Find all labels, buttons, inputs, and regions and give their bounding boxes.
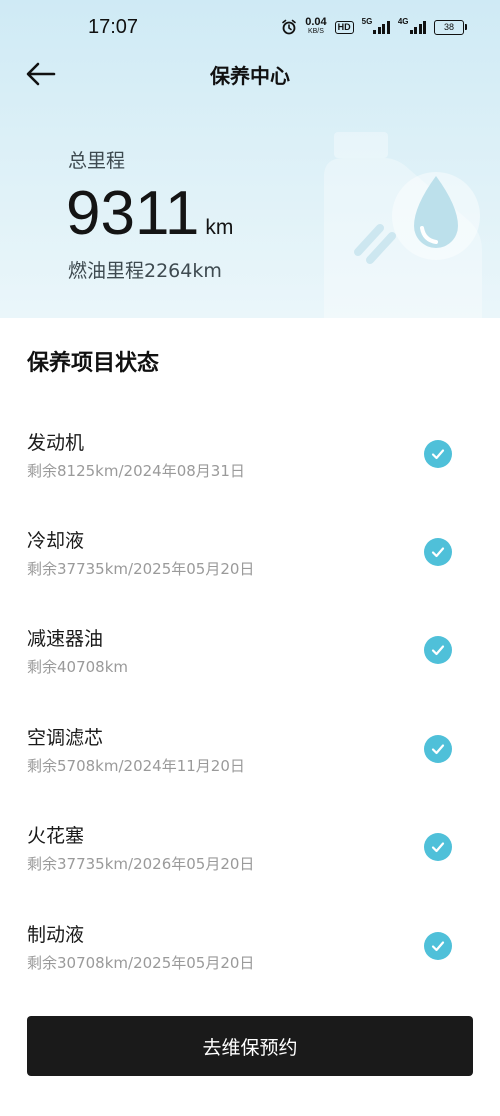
item-detail: 剩余30708km/2025年05月20日 (27, 954, 255, 972)
maintenance-item-reducer-oil[interactable]: 减速器油 剩余40708km (0, 624, 500, 694)
item-name: 减速器油 (27, 628, 104, 650)
section-title: 保养项目状态 (27, 351, 160, 376)
item-name: 冷却液 (27, 530, 85, 552)
book-maintenance-button[interactable]: 去维保预约 (27, 1016, 473, 1076)
maintenance-item-ac-filter[interactable]: 空调滤芯 剩余5708km/2024年11月20日 (0, 723, 500, 793)
status-icons: 0.04 KB/S HD 5G 4G 38 (281, 16, 467, 36)
maintenance-item-coolant[interactable]: 冷却液 剩余37735km/2025年05月20日 (0, 526, 500, 596)
item-detail: 剩余37735km/2025年05月20日 (27, 560, 255, 578)
hero-header: 17:07 0.04 KB/S HD 5G 4G 38 保养中心 总里程 931… (0, 0, 500, 318)
hd-icon: HD (334, 20, 354, 34)
fuel-mileage: 燃油里程2264km (68, 260, 222, 282)
check-icon (424, 440, 452, 468)
item-detail: 剩余5708km/2024年11月20日 (27, 757, 245, 775)
check-icon (424, 735, 452, 763)
page-title: 保养中心 (210, 64, 290, 88)
total-mileage-unit: km (205, 216, 234, 239)
total-mileage-value: 9311 (66, 179, 200, 248)
signal-4g-icon: 4G (398, 17, 426, 34)
check-icon (424, 833, 452, 861)
check-icon (424, 932, 452, 960)
item-detail: 剩余37735km/2026年05月20日 (27, 855, 255, 873)
total-mileage-label: 总里程 (68, 150, 126, 172)
maintenance-item-spark-plug[interactable]: 火花塞 剩余37735km/2026年05月20日 (0, 821, 500, 891)
total-mileage: 9311 km (66, 176, 233, 266)
signal-5g-icon: 5G (362, 17, 390, 34)
oil-bottle-icon (318, 128, 500, 318)
status-time: 17:07 (88, 16, 139, 38)
alarm-icon (281, 19, 297, 35)
item-name: 火花塞 (27, 825, 85, 847)
item-detail: 剩余40708km (27, 658, 129, 676)
status-bar: 17:07 0.04 KB/S HD 5G 4G 38 (0, 0, 500, 56)
check-icon (424, 636, 452, 664)
check-icon (424, 538, 452, 566)
item-name: 制动液 (27, 924, 85, 946)
item-detail: 剩余8125km/2024年08月31日 (27, 462, 245, 480)
item-name: 发动机 (27, 432, 85, 454)
maintenance-item-engine[interactable]: 发动机 剩余8125km/2024年08月31日 (0, 428, 500, 498)
maintenance-item-brake-fluid[interactable]: 制动液 剩余30708km/2025年05月20日 (0, 920, 500, 990)
battery-icon: 38 (434, 19, 467, 35)
item-name: 空调滤芯 (27, 727, 104, 749)
network-speed: 0.04 KB/S (305, 16, 327, 36)
